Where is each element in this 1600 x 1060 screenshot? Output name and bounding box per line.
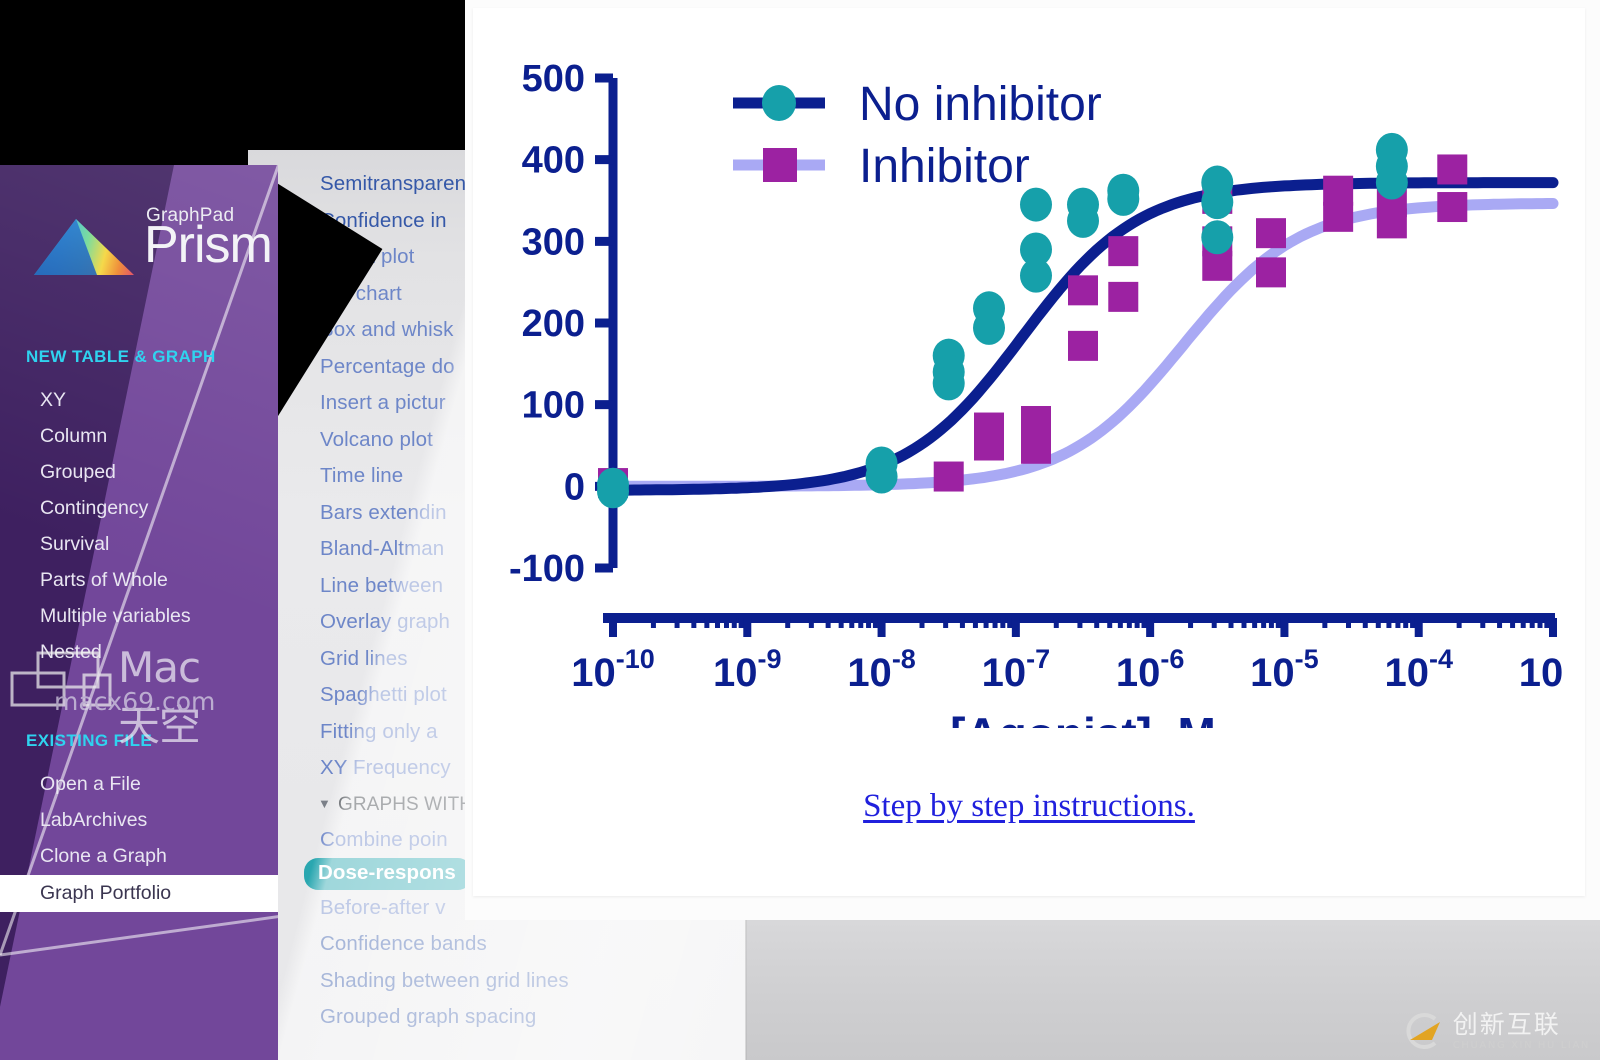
data-point-inhibitor <box>1202 250 1233 281</box>
welcome-sidebar: GraphPad Prism NEW TABLE & GRAPH XY Column… <box>0 165 278 1060</box>
sidebar-item-open-a-file[interactable]: Open a File <box>40 773 141 796</box>
sidebar-item-parts-of-whole[interactable]: Parts of Whole <box>40 569 168 592</box>
legend-label-inhibitor: Inhibitor <box>859 140 1030 193</box>
data-point-inhibitor <box>1021 406 1051 436</box>
y-axis-tick-label: 0 <box>564 466 585 508</box>
x-axis-tick-label: 10-7 <box>982 644 1051 695</box>
cx-en-text: CHUANG XIN HU LIAN <box>1452 1039 1590 1051</box>
x-axis-tick-label: 10-3 <box>1519 644 1563 695</box>
data-point-inhibitor <box>1108 281 1139 312</box>
graph-type-group-label: GRAPHS WITH <box>337 793 474 815</box>
data-point-no-inhibitor <box>1201 220 1234 255</box>
cx-cn-text: 创新互联 <box>1452 1009 1561 1039</box>
data-point-no-inhibitor <box>932 366 965 401</box>
data-point-inhibitor <box>1256 218 1286 249</box>
data-point-inhibitor <box>974 430 1004 461</box>
data-point-inhibitor <box>1376 208 1407 239</box>
data-point-inhibitor <box>1021 433 1051 464</box>
cx-logo-icon <box>1406 1013 1440 1049</box>
graph-type-item[interactable]: Grouped graph spacing <box>318 999 746 1036</box>
graph-type-item[interactable]: Shading between grid lines <box>318 963 746 1000</box>
sidebar-item-clone-a-graph[interactable]: Clone a Graph <box>40 845 167 868</box>
data-point-no-inhibitor <box>1020 258 1052 293</box>
data-point-inhibitor <box>1256 257 1286 288</box>
data-point-inhibitor <box>1437 192 1468 223</box>
x-axis: 10-10 10-9 10-8 10-7 10-6 10-5 10-4 10-3 <box>571 613 1587 695</box>
y-axis-tick-label: 300 <box>522 221 585 263</box>
logo-prism-text: Prism <box>144 216 273 274</box>
graph-type-item-selected[interactable]: Dose-respons <box>304 858 472 890</box>
x-axis-tick-label: 10-8 <box>847 644 916 695</box>
y-axis-tick-label: -100 <box>509 548 585 590</box>
data-point-no-inhibitor <box>1067 203 1099 238</box>
sidebar-item-survival[interactable]: Survival <box>40 533 109 556</box>
x-axis-tick-label: 10-4 <box>1384 644 1453 695</box>
data-point-no-inhibitor <box>597 474 629 509</box>
chart-svg: -100010020030040050010-10 10-9 10-8 10-7 10-… <box>509 58 1587 760</box>
data-point-inhibitor <box>1108 236 1139 267</box>
data-point-inhibitor <box>1323 175 1354 206</box>
step-by-step-instructions-link[interactable]: Step by step instructions. <box>473 788 1585 825</box>
data-point-inhibitor <box>1068 275 1098 306</box>
screen-root: SemitransparentConfidence inDonut plotPi… <box>0 0 1600 1060</box>
data-point-no-inhibitor <box>973 310 1005 345</box>
legend-label-no-inhibitor: No inhibitor <box>859 78 1102 131</box>
x-axis-tick-label: 10-5 <box>1250 644 1319 695</box>
sidebar-item-contingency[interactable]: Contingency <box>40 497 148 520</box>
x-axis-tick-label: 10-10 <box>571 644 655 695</box>
y-axis-tick-label: 500 <box>522 58 585 100</box>
sidebar-section-title: EXISTING FILE <box>26 731 153 750</box>
y-axis-tick-label: 200 <box>522 303 585 345</box>
x-axis-title: [Agonist], M <box>950 708 1216 728</box>
data-point-no-inhibitor <box>1375 165 1408 200</box>
data-point-no-inhibitor <box>865 459 898 494</box>
graph-preview-panel: -100 0 100 200 300 400 500 10-10 10-9 10-8 10-7 10-… <box>465 0 1600 920</box>
y-axis-tick-label: 100 <box>522 385 585 427</box>
graph-preview-canvas: -100 0 100 200 300 400 500 10-10 10-9 10-8 10-7 10-… <box>473 8 1587 896</box>
data-point-inhibitor <box>1068 330 1098 361</box>
chevron-down-icon[interactable]: ▼ <box>318 797 331 810</box>
y-axis-tick-label: 400 <box>522 140 585 182</box>
sidebar-section-title: NEW TABLE & GRAPH <box>26 347 216 366</box>
data-point-no-inhibitor <box>1201 185 1234 220</box>
y-axis: -100 0 100 200 300 400 500 <box>509 58 618 590</box>
step-by-step-instructions-label: Step by step instructions. <box>863 788 1195 824</box>
cx-logo-text: 创新互联 CHUANG XIN HU LIAN <box>1453 1012 1590 1051</box>
sidebar-item-graph-portfolio[interactable]: Graph Portfolio <box>0 875 278 912</box>
sidebar-item-xy[interactable]: XY <box>40 389 66 412</box>
data-point-inhibitor <box>1323 201 1354 232</box>
sidebar-item-multiple-variables[interactable]: Multiple variables <box>40 605 191 628</box>
data-point-inhibitor <box>1437 154 1468 185</box>
prism-logo: GraphPad Prism <box>34 203 273 275</box>
x-axis-tick-label: 10-6 <box>1116 644 1185 695</box>
dose-response-chart: -100 0 100 200 300 400 500 10-10 10-9 10-8 10-7 10-… <box>493 48 1587 760</box>
sidebar-item-nested[interactable]: Nested <box>40 641 102 664</box>
data-point-inhibitor <box>933 461 964 492</box>
chart-legend: No inhibitor Inhibitor <box>733 78 1102 193</box>
graph-type-item[interactable]: Confidence bands <box>318 926 746 963</box>
watermark-chuangxin: 创新互联 CHUANG XIN HU LIAN <box>1402 1010 1590 1052</box>
sidebar-item-labarchives[interactable]: LabArchives <box>40 809 147 832</box>
x-axis-tick-label: 10-9 <box>713 644 782 695</box>
sidebar-item-grouped[interactable]: Grouped <box>40 461 116 484</box>
data-point-no-inhibitor <box>1107 181 1140 216</box>
sidebar-item-column[interactable]: Column <box>40 425 107 448</box>
